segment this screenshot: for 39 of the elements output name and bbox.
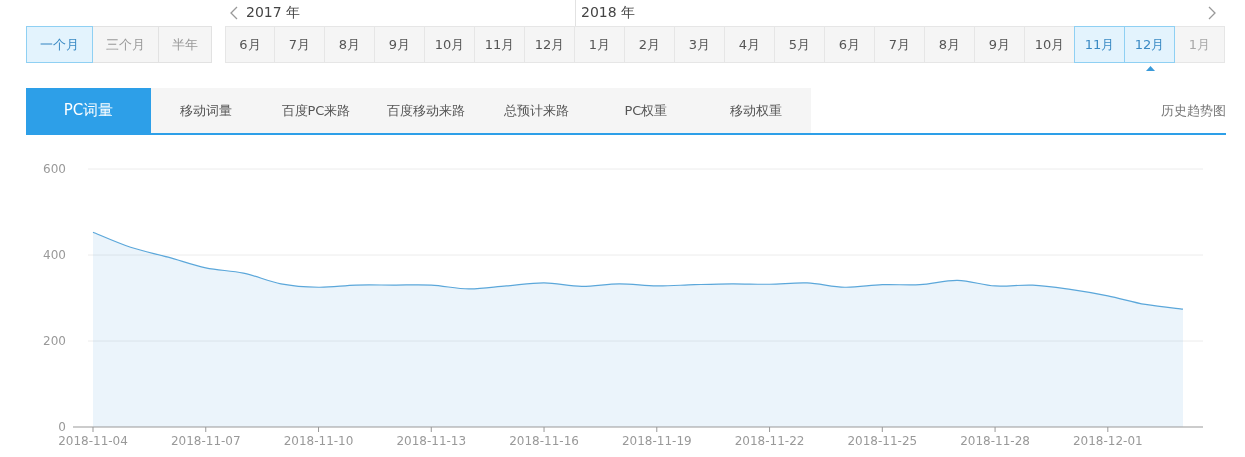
- month-button[interactable]: 10月: [425, 26, 475, 63]
- x-axis-label: 2018-11-13: [396, 434, 467, 448]
- month-button[interactable]: 5月: [775, 26, 825, 63]
- year-label: 2017 年: [246, 4, 301, 22]
- y-axis-label: 600: [43, 162, 66, 176]
- month-button[interactable]: 7月: [275, 26, 325, 63]
- month-button[interactable]: 9月: [975, 26, 1025, 63]
- month-button[interactable]: 8月: [925, 26, 975, 63]
- month-button[interactable]: 4月: [725, 26, 775, 63]
- month-button[interactable]: 12月: [1124, 26, 1175, 63]
- x-axis-label: 2018-11-04: [58, 434, 128, 448]
- y-axis-label: 400: [43, 248, 66, 262]
- month-button[interactable]: 9月: [375, 26, 425, 63]
- month-button[interactable]: 10月: [1025, 26, 1075, 63]
- month-button[interactable]: 3月: [675, 26, 725, 63]
- month-button[interactable]: 11月: [1074, 26, 1125, 63]
- chevron-right-icon[interactable]: [1208, 6, 1217, 20]
- year-label: 2018 年: [581, 4, 636, 22]
- chevron-left-icon[interactable]: [229, 6, 238, 20]
- x-axis-label: 2018-11-07: [170, 434, 241, 448]
- x-axis-label: 2018-11-28: [960, 434, 1030, 448]
- y-axis-label: 200: [43, 334, 66, 348]
- history-trend-link[interactable]: 历史趋势图: [1161, 101, 1226, 120]
- x-axis-label: 2018-11-10: [283, 434, 354, 448]
- month-button[interactable]: 6月: [225, 26, 275, 63]
- x-axis-label: 2018-11-16: [509, 434, 579, 448]
- x-axis-label: 2018-11-25: [847, 434, 918, 448]
- y-axis-label: 0: [58, 420, 66, 434]
- month-button[interactable]: 1月: [575, 26, 625, 63]
- month-button[interactable]: 11月: [475, 26, 525, 63]
- x-axis-label: 2018-12-01: [1072, 434, 1143, 448]
- month-button[interactable]: 8月: [325, 26, 375, 63]
- x-axis-label: 2018-11-19: [621, 434, 692, 448]
- period-button[interactable]: 一个月: [26, 26, 93, 63]
- x-axis-label: 2018-11-22: [734, 434, 805, 448]
- month-button[interactable]: 12月: [525, 26, 575, 63]
- month-button[interactable]: 7月: [875, 26, 925, 63]
- month-button[interactable]: 6月: [825, 26, 875, 63]
- month-button[interactable]: 2月: [625, 26, 675, 63]
